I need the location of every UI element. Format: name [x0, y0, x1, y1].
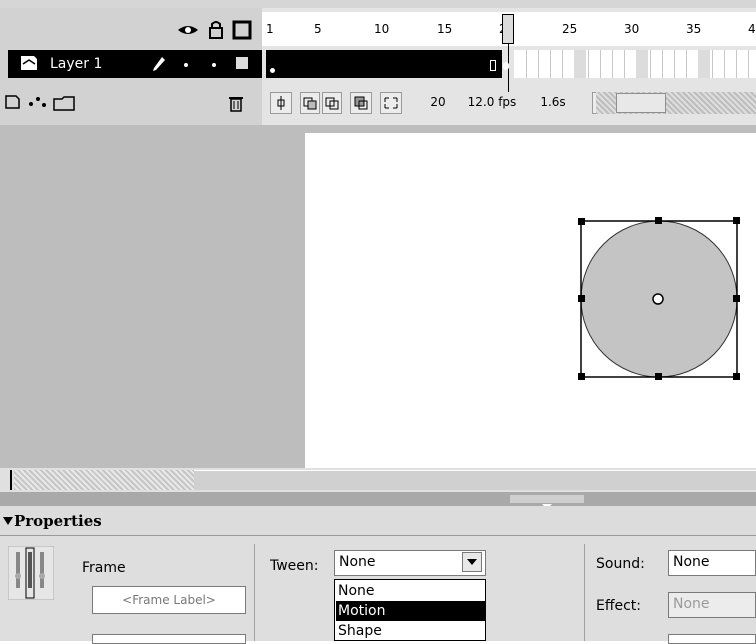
- frame-thumbnail-icon: [8, 546, 54, 600]
- layer-name[interactable]: Layer 1: [50, 56, 102, 72]
- onion-skin-button[interactable]: [300, 92, 320, 114]
- expand-triangle-icon[interactable]: [3, 516, 13, 526]
- sync-select[interactable]: [668, 634, 756, 644]
- tween-option-shape[interactable]: Shape: [336, 621, 486, 641]
- center-frame-button[interactable]: [270, 92, 292, 114]
- ruler-number: 1: [266, 22, 274, 36]
- add-guide-icon[interactable]: [26, 94, 48, 110]
- layer1-frames-filled[interactable]: [266, 50, 502, 78]
- frame-label-field[interactable]: <Frame Label>: [92, 586, 246, 614]
- panel-divider[interactable]: [0, 492, 756, 506]
- tween-label: Tween:: [270, 558, 319, 574]
- stage-scroll-track[interactable]: [14, 470, 194, 490]
- edit-multiple-frames-icon: [354, 96, 368, 110]
- center-frame-icon: [277, 96, 285, 110]
- divider-line: [584, 544, 585, 641]
- properties-header[interactable]: [0, 506, 756, 536]
- edit-multiple-frames-button[interactable]: [350, 92, 372, 114]
- stage-scroll-edge: [10, 470, 12, 490]
- visibility-dot[interactable]: [184, 63, 188, 67]
- modify-markers-button[interactable]: [380, 92, 402, 114]
- frame-rate-readout[interactable]: 12.0 fps: [462, 92, 522, 114]
- onion-skin-outlines-button[interactable]: [322, 92, 342, 114]
- tween-dropdown-list[interactable]: None Motion Shape: [334, 579, 486, 641]
- stage-scroll-thumb[interactable]: [194, 470, 756, 490]
- outline-square-icon[interactable]: [232, 20, 252, 40]
- properties-title: Properties: [14, 512, 102, 530]
- divider-line: [254, 544, 255, 641]
- onion-outline-icon: [325, 97, 339, 110]
- current-frame-readout: 20: [430, 95, 446, 109]
- ruler-number: 15: [437, 22, 453, 36]
- effect-select[interactable]: None: [668, 592, 756, 618]
- selected-circle-shape[interactable]: [572, 212, 748, 388]
- keyframe-start[interactable]: [270, 68, 275, 73]
- label-type-field[interactable]: [92, 634, 246, 644]
- frame-title: Frame: [82, 560, 126, 576]
- keyframe-current[interactable]: [503, 62, 509, 70]
- empty-frames[interactable]: [514, 50, 756, 78]
- timeline-scroll-thumb[interactable]: [616, 93, 666, 113]
- lock-icon[interactable]: [208, 20, 224, 40]
- trash-icon[interactable]: [228, 94, 244, 112]
- ruler-number: 30: [624, 22, 640, 36]
- ruler-number: 4: [748, 22, 756, 36]
- tween-dropdown-button[interactable]: [462, 552, 482, 572]
- tween-option-none[interactable]: None: [336, 581, 486, 601]
- layer-icon: [21, 56, 37, 70]
- ruler-number: 5: [314, 22, 322, 36]
- collapse-grip[interactable]: [510, 495, 584, 509]
- ruler-number: 35: [686, 22, 702, 36]
- pencil-icon: [153, 57, 165, 71]
- effect-label: Effect:: [596, 598, 642, 614]
- add-folder-icon[interactable]: [52, 94, 78, 112]
- ruler-number: 10: [374, 22, 390, 36]
- layer-row-layer1[interactable]: [8, 50, 262, 78]
- modify-markers-icon: [384, 97, 398, 109]
- sound-select[interactable]: None: [668, 550, 756, 576]
- playhead[interactable]: [502, 14, 514, 44]
- sound-label: Sound:: [596, 556, 645, 572]
- chevron-down-icon: [467, 559, 477, 565]
- ruler-number: 25: [562, 22, 578, 36]
- outline-color-swatch[interactable]: [236, 57, 248, 69]
- add-layer-icon[interactable]: [4, 94, 22, 110]
- eye-icon[interactable]: [176, 22, 200, 38]
- lock-dot[interactable]: [212, 63, 216, 67]
- elapsed-time-readout: 1.6s: [540, 95, 566, 109]
- frame-end-marker[interactable]: [490, 60, 496, 71]
- onion-skin-icon: [303, 97, 317, 110]
- tween-option-motion[interactable]: Motion: [336, 601, 486, 621]
